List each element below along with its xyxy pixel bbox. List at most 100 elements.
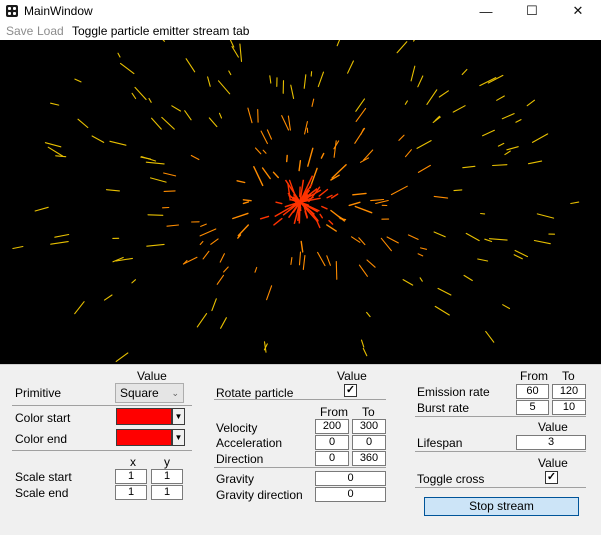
particle: [404, 149, 412, 158]
particle: [91, 135, 105, 143]
scale-end-x-input[interactable]: 1: [115, 485, 147, 500]
particle: [370, 198, 385, 202]
particle: [266, 129, 273, 140]
particle-viewport[interactable]: [0, 40, 601, 364]
particle: [254, 147, 262, 155]
particle: [228, 70, 232, 76]
particle: [352, 192, 367, 196]
maximize-icon[interactable]: ☐: [509, 0, 555, 22]
particle: [148, 97, 152, 103]
particle: [216, 274, 225, 285]
particle: [290, 84, 295, 100]
particle: [166, 224, 180, 227]
toggle-cross-label: Toggle cross: [417, 472, 485, 486]
particle: [404, 100, 408, 105]
particle: [115, 352, 129, 362]
primitive-label: Primitive: [15, 386, 62, 400]
particle: [119, 62, 135, 75]
particle: [358, 237, 366, 246]
direction-to-input[interactable]: 360: [352, 451, 386, 466]
scale-start-y-input[interactable]: 1: [151, 469, 183, 484]
lifespan-input[interactable]: 3: [516, 435, 586, 450]
particle: [109, 140, 127, 146]
direction-from-input[interactable]: 0: [315, 451, 349, 466]
particle: [182, 256, 198, 265]
particle: [452, 105, 466, 113]
direction-label: Direction: [216, 452, 264, 466]
particle: [502, 304, 511, 310]
gravity-direction-input[interactable]: 0: [315, 487, 386, 502]
particle: [151, 117, 162, 130]
particle: [335, 260, 338, 280]
particle: [477, 258, 489, 262]
particle: [141, 156, 157, 162]
gravity-direction-label: Gravity direction: [216, 488, 303, 502]
acceleration-from-input[interactable]: 0: [315, 435, 349, 450]
divider: [12, 405, 192, 406]
color-start-swatch[interactable]: [116, 408, 172, 425]
rotate-particle-checkbox[interactable]: ✓: [344, 384, 357, 397]
particle: [527, 160, 543, 165]
particle: [497, 142, 505, 147]
scale-start-label: Scale start: [15, 470, 72, 484]
gravity-input[interactable]: 0: [315, 471, 386, 486]
particle: [247, 107, 253, 124]
menu-save[interactable]: Save: [6, 24, 33, 38]
emission-rate-to-input[interactable]: 120: [552, 384, 586, 399]
particle: [330, 193, 339, 199]
toggle-cross-checkbox[interactable]: ✓: [545, 471, 558, 484]
menu-load[interactable]: Load: [37, 24, 64, 38]
particle: [465, 232, 480, 242]
particle: [54, 233, 70, 238]
particle: [74, 301, 85, 315]
emission-rate-from-input[interactable]: 60: [516, 384, 549, 399]
acceleration-to-input[interactable]: 0: [352, 435, 386, 450]
particle: [347, 60, 354, 74]
particle: [570, 201, 580, 205]
particle: [462, 165, 476, 169]
scale-end-label: Scale end: [15, 486, 69, 500]
particle: [419, 277, 423, 282]
color-start-dropdown-icon[interactable]: ▼: [172, 408, 185, 425]
particle: [210, 238, 219, 245]
particle: [354, 127, 366, 144]
particle: [501, 113, 515, 120]
close-icon[interactable]: ✕: [555, 0, 601, 22]
velocity-from-input[interactable]: 200: [315, 419, 349, 434]
velocity-to-input[interactable]: 300: [352, 419, 386, 434]
menu-toggle-tab[interactable]: Toggle particle emitter stream tab: [72, 24, 249, 38]
particle: [506, 146, 519, 151]
particle: [199, 240, 204, 246]
color-end-swatch[interactable]: [116, 429, 172, 446]
particle: [286, 154, 288, 163]
particle: [163, 172, 177, 177]
particle: [413, 40, 415, 42]
particle: [163, 190, 176, 192]
scale-x-header: x: [130, 455, 136, 469]
emission-to-header: To: [562, 369, 575, 383]
scale-end-y-input[interactable]: 1: [151, 485, 183, 500]
particle: [117, 52, 121, 58]
primitive-select[interactable]: Square ⌄: [115, 383, 184, 403]
velocity-label: Velocity: [216, 421, 258, 435]
particle: [320, 152, 325, 159]
particle: [526, 99, 536, 107]
burst-rate-from-input[interactable]: 5: [516, 400, 549, 415]
particle: [260, 130, 268, 145]
title-bar: MainWindow — ☐ ✕: [0, 0, 601, 22]
stop-stream-button[interactable]: Stop stream: [424, 497, 579, 516]
particle: [328, 219, 334, 225]
window-title: MainWindow: [24, 4, 93, 18]
particle: [398, 134, 405, 141]
particle: [453, 189, 463, 192]
particle: [242, 201, 250, 205]
particle: [419, 247, 428, 250]
burst-rate-to-input[interactable]: 10: [552, 400, 586, 415]
color-end-dropdown-icon[interactable]: ▼: [172, 429, 185, 446]
scale-start-x-input[interactable]: 1: [115, 469, 147, 484]
particle: [311, 98, 315, 107]
minimize-icon[interactable]: —: [463, 0, 509, 22]
particle: [317, 71, 325, 88]
particle: [281, 115, 290, 131]
particle: [162, 40, 165, 42]
